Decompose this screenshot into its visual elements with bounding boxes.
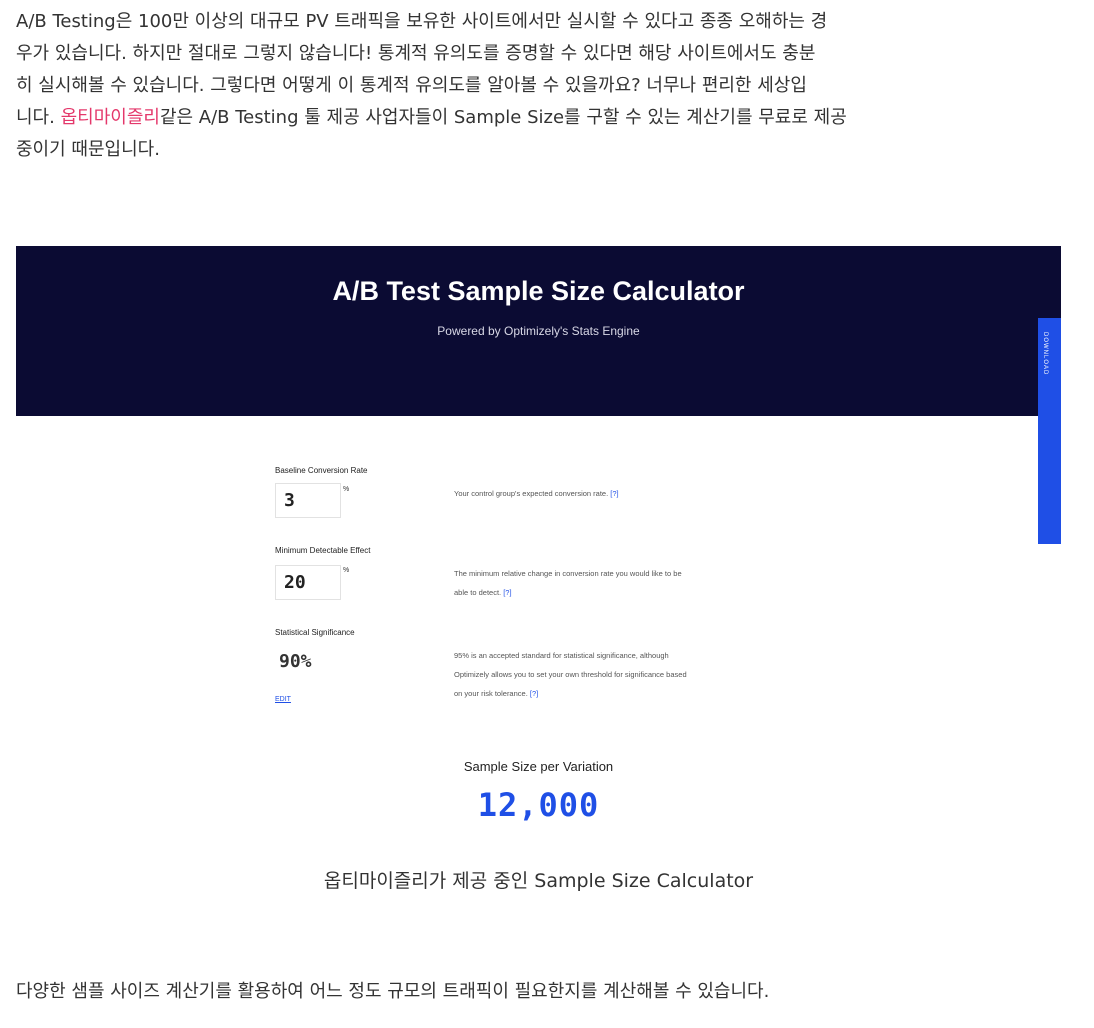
mde-help: The minimum relative change in conversio… <box>454 564 804 602</box>
mde-help-line: able to detect. [?] <box>454 583 804 602</box>
sample-size-value: 12,000 <box>477 786 600 824</box>
intro-line: 중이기 때문입니다. <box>16 139 160 160</box>
intro-paragraph: A/B Testing은 100만 이상의 대규모 PV 트래픽을 보유한 사이… <box>16 6 1076 166</box>
download-label: DOWNLOAD <box>1042 332 1048 376</box>
baseline-help-link[interactable]: [?] <box>610 489 618 498</box>
result-label: Sample Size per Variation <box>463 759 614 774</box>
significance-help-line: Optimizely allows you to set your own th… <box>454 670 687 679</box>
mde-help-link[interactable]: [?] <box>503 588 511 597</box>
optimizely-link[interactable]: 옵티마이즐리 <box>61 107 160 128</box>
significance-help: 95% is an accepted standard for statisti… <box>454 646 804 703</box>
baseline-help-text: Your control group's expected conversion… <box>454 489 609 498</box>
significance-help-line: 95% is an accepted standard for statisti… <box>454 651 669 660</box>
baseline-unit: % <box>343 486 350 493</box>
download-tab[interactable]: DOWNLOAD <box>1038 318 1061 544</box>
mde-label: Minimum Detectable Effect <box>275 546 371 555</box>
significance-label: Statistical Significance <box>275 628 355 637</box>
calculator-subtitle: Powered by Optimizely's Stats Engine <box>437 324 640 338</box>
intro-line: 히 실시해볼 수 있습니다. 그렇다면 어떻게 이 통계적 유의도를 알아볼 수… <box>16 75 807 96</box>
intro-line: 니다. 옵티마이즐리같은 A/B Testing 툴 제공 사업자들이 Samp… <box>16 102 1076 134</box>
intro-line: A/B Testing은 100만 이상의 대규모 PV 트래픽을 보유한 사이… <box>16 11 828 32</box>
baseline-help: Your control group's expected conversion… <box>454 484 804 503</box>
significance-help-line: on your risk tolerance. [?] <box>454 684 804 703</box>
intro-text: 니다. <box>16 107 61 128</box>
calculator-screenshot: A/B Test Sample Size Calculator Powered … <box>16 246 1061 824</box>
significance-value: 90% <box>279 651 312 672</box>
significance-help-link[interactable]: [?] <box>530 689 538 698</box>
intro-text: 같은 A/B Testing 툴 제공 사업자들이 Sample Size를 구… <box>159 107 847 128</box>
significance-edit-link[interactable]: EDIT <box>275 696 291 703</box>
baseline-input[interactable]: 3 <box>275 483 341 518</box>
image-caption: 옵티마이즐리가 제공 중인 Sample Size Calculator <box>323 870 754 892</box>
mde-help-line: The minimum relative change in conversio… <box>454 569 682 578</box>
mde-help-text: able to detect. <box>454 588 502 597</box>
closing-paragraph: 다양한 샘플 사이즈 계산기를 활용하여 어느 정도 규모의 트래픽이 필요한지… <box>16 981 770 1002</box>
significance-help-text: on your risk tolerance. <box>454 689 528 698</box>
mde-input[interactable]: 20 <box>275 565 341 600</box>
intro-line: 우가 있습니다. 하지만 절대로 그렇지 않습니다! 통계적 유의도를 증명할 … <box>16 43 816 64</box>
calculator-header: A/B Test Sample Size Calculator Powered … <box>16 246 1061 416</box>
mde-unit: % <box>343 567 350 574</box>
baseline-label: Baseline Conversion Rate <box>275 466 368 475</box>
calculator-title: A/B Test Sample Size Calculator <box>332 276 745 306</box>
